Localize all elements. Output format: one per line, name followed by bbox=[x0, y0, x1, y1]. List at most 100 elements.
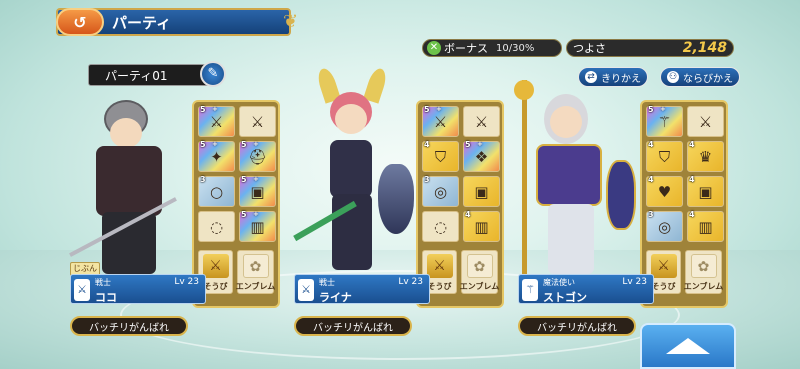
slot-weapon[interactable]: 5 + ⚚ bbox=[646, 105, 683, 137]
slot-pants[interactable]: 4 ▥ bbox=[463, 210, 500, 242]
slot-helmet[interactable]: 5 + ❖ bbox=[463, 140, 500, 172]
strength-value: 2,148 bbox=[682, 40, 727, 56]
member-info-raina[interactable]: ⚔ 戦士 Lv 23 ライナ bbox=[294, 274, 430, 304]
sword-outline-icon: ⚔ bbox=[474, 112, 489, 131]
expand-up-button[interactable] bbox=[640, 323, 736, 369]
equip-icon: ⚔ bbox=[426, 254, 453, 278]
equip-icon: ⚔ bbox=[202, 254, 229, 278]
people-icon: ⚇ bbox=[667, 71, 679, 83]
member-info-coco[interactable]: ⚔ 戦士 Lv 23 ココ bbox=[70, 274, 206, 304]
tactic-button-raina[interactable]: バッチリがんばれ bbox=[294, 316, 412, 336]
character-name: ストゴン bbox=[543, 291, 587, 304]
ornament-icon: ❦ bbox=[283, 11, 299, 32]
slot-pants[interactable]: 5 + ▥ bbox=[239, 210, 276, 242]
shield bbox=[378, 164, 414, 234]
character-name: ココ bbox=[95, 291, 117, 304]
face bbox=[110, 118, 142, 148]
bonus-icon: ✕ bbox=[427, 41, 441, 55]
slot-accessory[interactable]: 4 ♥ bbox=[646, 175, 683, 207]
pants-icon: ▥ bbox=[698, 217, 713, 236]
shield-icon: ⛉ bbox=[434, 147, 447, 166]
staff-icon: ⚚ bbox=[657, 112, 672, 131]
slot-ring[interactable]: 3 ◎ bbox=[422, 175, 459, 207]
heart-icon: ♥ bbox=[657, 182, 672, 201]
character-coco[interactable] bbox=[69, 100, 188, 275]
character-raina[interactable] bbox=[293, 66, 414, 273]
slot-empty[interactable]: ◌ bbox=[198, 211, 235, 242]
bonus-label: ボーナス bbox=[444, 42, 488, 55]
helmet-icon: ⛑ bbox=[247, 147, 268, 166]
slot-ring[interactable]: 3 ◎ bbox=[646, 210, 683, 242]
strength-display: つよさ 2,148 bbox=[566, 39, 734, 57]
sword-outline-icon: ⚔ bbox=[250, 112, 265, 131]
strength-label: つよさ bbox=[573, 42, 606, 55]
slot-weapon[interactable]: 5 + ⚔ bbox=[198, 105, 235, 137]
ring-icon: ○ bbox=[209, 182, 224, 201]
wing-helmet-icon: ❖ bbox=[474, 147, 489, 166]
face bbox=[550, 106, 582, 138]
slot-armor[interactable]: 5 + ▣ bbox=[239, 175, 276, 207]
staff-orb bbox=[514, 80, 534, 100]
level-label: Lv 23 bbox=[398, 277, 423, 287]
pants-icon: ▥ bbox=[474, 217, 489, 236]
staff-job-icon: ⚚ bbox=[522, 279, 538, 301]
emblem-icon: ✿ bbox=[690, 254, 717, 278]
shield bbox=[606, 160, 636, 230]
armor-icon: ▣ bbox=[474, 182, 489, 201]
face bbox=[335, 104, 367, 134]
slot-empty[interactable]: ⚔ bbox=[239, 106, 276, 137]
staff bbox=[522, 80, 527, 275]
slot-pants[interactable]: 4 ▥ bbox=[687, 210, 724, 242]
tactic-button-stogon[interactable]: バッチリがんばれ bbox=[518, 316, 636, 336]
sword-icon: ⚔ bbox=[433, 112, 448, 131]
torso bbox=[330, 140, 372, 198]
shield-icon: ⛉ bbox=[658, 147, 671, 166]
pencil-icon: ✎ bbox=[207, 66, 219, 81]
slot-shield[interactable]: 4 ⛉ bbox=[646, 140, 683, 172]
party-name-text: パーティ01 bbox=[105, 68, 168, 83]
sword-icon: ⚔ bbox=[209, 112, 224, 131]
emblem-icon: ✿ bbox=[466, 254, 493, 278]
emblem-button[interactable]: ✿ エンブレム bbox=[460, 250, 499, 294]
job-label: 魔法使い bbox=[543, 278, 575, 287]
slot-empty[interactable]: ⚔ bbox=[463, 106, 500, 137]
character-stogon[interactable] bbox=[514, 80, 636, 275]
arrange-label: ならびかえ bbox=[683, 73, 733, 85]
bonus-display: ✕ ボーナス 10/30% bbox=[422, 39, 562, 57]
slot-weapon[interactable]: 5 + ⚔ bbox=[422, 105, 459, 137]
return-arrow-icon: ↺ bbox=[73, 12, 87, 32]
slot-armor[interactable]: 4 ▣ bbox=[687, 175, 724, 207]
torso bbox=[536, 144, 602, 206]
edit-party-name-button[interactable]: ✎ bbox=[200, 61, 226, 87]
job-label: 戦士 bbox=[95, 278, 111, 287]
star-icon: ✦ bbox=[210, 147, 223, 166]
emblem-button[interactable]: ✿ エンブレム bbox=[684, 250, 723, 294]
arrange-button[interactable]: ⚇ ならびかえ bbox=[660, 67, 740, 87]
slot-armor[interactable]: ▣ bbox=[463, 176, 500, 207]
torso bbox=[96, 146, 162, 216]
job-label: 戦士 bbox=[319, 278, 335, 287]
bonus-value: 10/30% bbox=[496, 42, 535, 54]
bracelet-outline-icon: ◌ bbox=[433, 217, 448, 236]
slot-helmet[interactable]: 5 + ⛑ bbox=[239, 140, 276, 172]
back-button[interactable]: ↺ bbox=[56, 8, 104, 36]
level-label: Lv 23 bbox=[174, 277, 199, 287]
sword-job-icon: ⚔ bbox=[298, 279, 314, 301]
slot-ring[interactable]: 3 ○ bbox=[198, 175, 235, 207]
emblem-button[interactable]: ✿ エンブレム bbox=[236, 250, 275, 294]
bracelet-outline-icon: ◌ bbox=[209, 217, 224, 236]
emblem-icon: ✿ bbox=[242, 254, 269, 278]
slot-empty[interactable]: ◌ bbox=[422, 211, 459, 242]
slot-helmet[interactable]: 4 ♛ bbox=[687, 140, 724, 172]
member-info-stogon[interactable]: ⚚ 魔法使い Lv 23 ストゴン bbox=[518, 274, 654, 304]
level-label: Lv 23 bbox=[622, 277, 647, 287]
page-title: パーティ bbox=[112, 13, 172, 32]
tactic-button-coco[interactable]: バッチリがんばれ bbox=[70, 316, 188, 336]
slot-shield[interactable]: 4 ⛉ bbox=[422, 140, 459, 172]
equip-icon: ⚔ bbox=[650, 254, 677, 278]
slot-empty[interactable]: ⚔ bbox=[687, 106, 724, 137]
sword-job-icon: ⚔ bbox=[74, 279, 90, 301]
crown-icon: ♛ bbox=[698, 147, 713, 166]
slot-accessory[interactable]: 5 + ✦ bbox=[198, 140, 235, 172]
pants-icon: ▥ bbox=[250, 217, 265, 236]
